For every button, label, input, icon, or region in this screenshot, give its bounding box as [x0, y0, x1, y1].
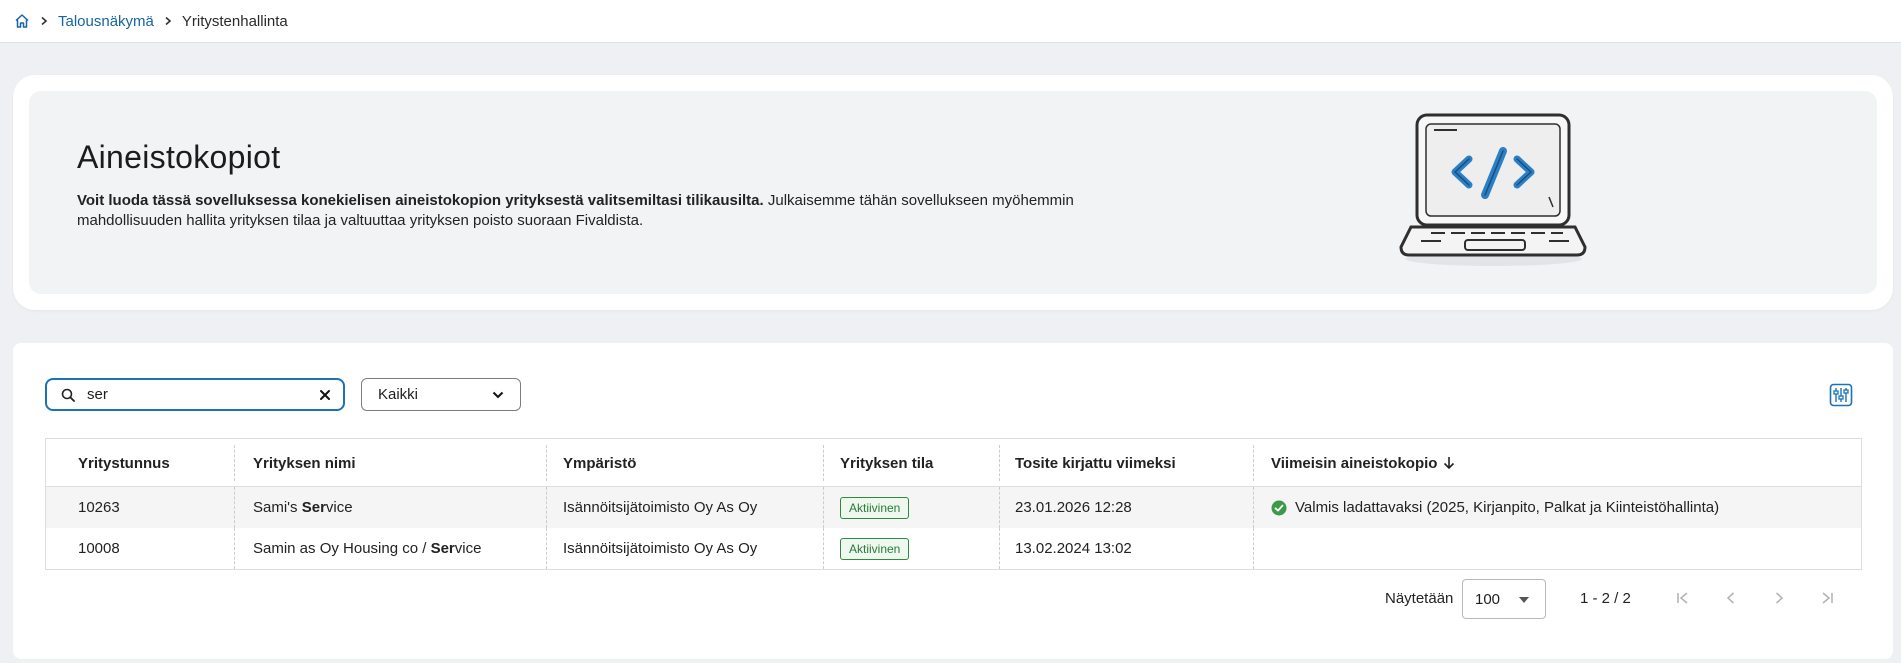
sort-descending-icon[interactable]: [1443, 456, 1455, 470]
status-filter-value: Kaikki: [378, 386, 419, 403]
company-name[interactable]: Sami's Ser vice: [253, 487, 353, 528]
breadcrumb-link-talousnakyma[interactable]: Talousnäkymä: [58, 13, 154, 30]
column-divider: [546, 528, 547, 569]
search-field[interactable]: [45, 378, 345, 411]
page-title: Aineistokopiot: [77, 139, 281, 175]
column-divider: [546, 487, 547, 528]
column-divider: [823, 528, 824, 569]
page-size-select[interactable]: 100: [1462, 579, 1546, 619]
column-divider: [1253, 528, 1254, 569]
last-page-icon[interactable]: [1819, 590, 1835, 606]
search-match-highlight: Ser: [430, 540, 455, 557]
environment: Isännöitsijätoimisto Oy As Oy: [563, 540, 758, 557]
status-cell: Aktiivinen: [840, 528, 910, 569]
company-name[interactable]: Samin as Oy Housing co / Ser vice: [253, 528, 481, 569]
environment: Isännöitsijätoimisto Oy As Oy: [563, 499, 758, 516]
company-id: 10263: [78, 499, 120, 516]
column-divider: [546, 445, 547, 481]
last-voucher-date: 23.01.2026 12:28: [1015, 499, 1132, 516]
column-divider: [999, 487, 1000, 528]
chevron-down-icon: [492, 390, 504, 400]
latest-copy[interactable]: Valmis ladattavaksi (2025, Kirjanpito, P…: [1271, 487, 1719, 528]
table-row[interactable]: 10008 Samin as Oy Housing co / Ser vice I…: [46, 528, 1861, 569]
status-badge: Aktiivinen: [840, 537, 910, 560]
companies-table: Yritystunnus Yrityksen nimi Ympäristö Yr…: [45, 438, 1862, 570]
column-divider: [999, 528, 1000, 569]
column-header-latest-copy[interactable]: Viimeisin aineistokopio: [1271, 439, 1455, 487]
status-filter-select[interactable]: Kaikki: [361, 378, 521, 411]
name-prefix: Samin as Oy Housing co /: [253, 540, 431, 557]
column-header-company-name[interactable]: Yrityksen nimi: [253, 439, 356, 487]
column-header-environment[interactable]: Ympäristö: [563, 439, 636, 487]
column-settings-icon[interactable]: [1829, 383, 1853, 407]
latest-copy-status: Valmis ladattavaksi (2025, Kirjanpito, P…: [1295, 499, 1720, 516]
caret-down-icon: [1519, 597, 1529, 603]
laptop-code-illustration: [1399, 109, 1589, 269]
previous-page-icon[interactable]: [1723, 590, 1739, 606]
status-badge: Aktiivinen: [840, 496, 910, 519]
column-header-last-voucher[interactable]: Tosite kirjattu viimeksi: [1015, 439, 1176, 487]
table-header: Yritystunnus Yrityksen nimi Ympäristö Yr…: [46, 439, 1861, 487]
column-divider: [999, 445, 1000, 481]
hero-panel: Aineistokopiot Voit luoda tässä sovelluk…: [29, 91, 1877, 294]
page-size-value: 100: [1475, 590, 1501, 608]
chevron-right-icon: [163, 16, 173, 26]
first-page-icon[interactable]: [1675, 590, 1691, 606]
column-divider: [823, 487, 824, 528]
last-voucher-date: 13.02.2024 13:02: [1015, 540, 1132, 557]
next-page-icon[interactable]: [1771, 590, 1787, 606]
chevron-right-icon: [39, 16, 49, 26]
page-size-label: Näytetään: [1385, 590, 1454, 607]
status-cell: Aktiivinen: [840, 487, 910, 528]
column-divider: [234, 445, 235, 481]
column-divider: [234, 528, 235, 569]
search-input[interactable]: [85, 385, 305, 404]
description-bold: Voit luoda tässä sovelluksessa konekieli…: [77, 192, 764, 209]
column-divider: [234, 487, 235, 528]
column-divider: [823, 445, 824, 481]
page-range: 1 - 2 / 2: [1580, 590, 1631, 607]
hero-card: Aineistokopiot Voit luoda tässä sovelluk…: [13, 75, 1893, 310]
page-description: Voit luoda tässä sovelluksessa konekieli…: [77, 191, 1077, 231]
check-circle-icon: [1271, 500, 1287, 516]
close-icon[interactable]: [319, 389, 331, 401]
search-match-highlight: Ser: [301, 499, 326, 516]
column-divider: [1253, 487, 1254, 528]
column-header-company-status[interactable]: Yrityksen tila: [840, 439, 933, 487]
column-divider: [1253, 445, 1254, 481]
search-icon: [61, 388, 75, 402]
column-header-company-id[interactable]: Yritystunnus: [78, 439, 170, 487]
company-list-card: Kaikki Yritystunnus Yrityksen nimi Ympär…: [13, 343, 1893, 659]
breadcrumb: Talousnäkymä Yritystenhallinta: [0, 0, 1901, 43]
home-icon[interactable]: [14, 13, 30, 29]
name-suffix: vice: [454, 540, 482, 557]
name-prefix: Sami's: [253, 499, 302, 516]
table-row[interactable]: 10263 Sami's Ser vice Isännöitsijätoimist…: [46, 487, 1861, 528]
company-id: 10008: [78, 540, 120, 557]
column-header-latest-copy-label: Viimeisin aineistokopio: [1271, 454, 1438, 472]
breadcrumb-current: Yritystenhallinta: [181, 12, 288, 30]
name-suffix: vice: [325, 499, 353, 516]
